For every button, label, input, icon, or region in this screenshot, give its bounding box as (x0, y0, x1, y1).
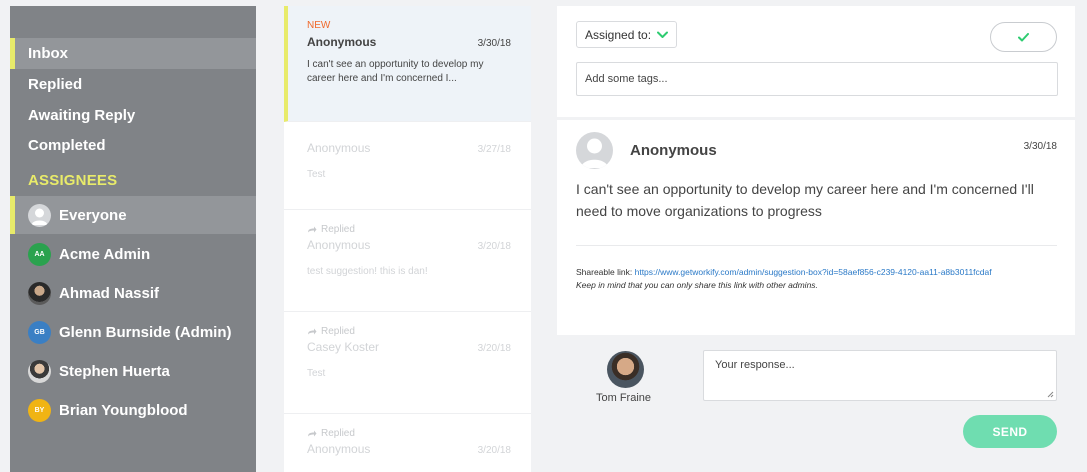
nav-item-label: Completed (28, 137, 106, 154)
message-card: Anonymous 3/30/18 I can't see an opportu… (557, 120, 1075, 335)
detail-toolbar: Assigned to: (557, 6, 1075, 117)
list-item[interactable]: Anonymous 3/27/18 Test (284, 122, 531, 210)
divider (576, 245, 1057, 246)
message-detail: Assigned to: Anonymous 3/30/18 I can't s… (557, 6, 1075, 472)
assignee-acme-admin[interactable]: AA Acme Admin (10, 235, 256, 273)
message-snippet: test suggestion! this is dan! (307, 266, 428, 277)
tags-input[interactable] (576, 62, 1058, 96)
avatar: GB (28, 320, 51, 344)
nav-item-label: Inbox (28, 45, 68, 62)
list-item[interactable]: Replied Casey Koster 3/20/18 Test (284, 312, 531, 414)
new-badge: New (307, 20, 331, 31)
list-item[interactable]: Replied Anonymous 3/20/18 (284, 414, 531, 472)
resize-grip-icon[interactable] (1047, 391, 1054, 398)
nav-item-completed[interactable]: Completed (10, 130, 256, 161)
list-item[interactable]: Replied Anonymous 3/20/18 test suggestio… (284, 210, 531, 312)
replied-label: Replied (321, 224, 355, 235)
assignee-label: Brian Youngblood (59, 401, 188, 419)
message-date: 3/30/18 (477, 38, 511, 49)
avatar: BY (28, 398, 51, 422)
message-snippet: I can't see an opportunity to develop my… (307, 59, 484, 84)
mark-complete-button[interactable] (990, 22, 1057, 52)
message-date: 3/20/18 (477, 241, 511, 252)
replied-status: Replied (307, 224, 511, 235)
send-button[interactable]: Send (963, 415, 1057, 448)
generic-person-icon (28, 203, 51, 227)
shareable-link-section: Shareable link: https://www.getworkify.c… (576, 266, 1046, 291)
assignee-brian-youngblood[interactable]: BY Brian Youngblood (10, 391, 256, 429)
message-list: New Anonymous 3/30/18 I can't see an opp… (284, 6, 531, 472)
reply-arrow-icon (308, 226, 317, 232)
shareable-link-label: Shareable link: (576, 267, 633, 277)
message-date: 3/30/18 (1023, 141, 1057, 152)
reply-arrow-icon (308, 328, 317, 334)
sidebar: Inbox Replied Awaiting Reply Completed A… (10, 6, 256, 472)
message-sender: Anonymous (307, 141, 371, 155)
assignees-heading: Assignees (28, 172, 118, 189)
chevron-down-icon (657, 31, 669, 38)
shareable-link[interactable]: https://www.getworkify.com/admin/suggest… (635, 267, 992, 277)
message-date: 3/20/18 (477, 343, 511, 354)
assignee-stephen-huerta[interactable]: Stephen Huerta (10, 352, 256, 390)
avatar (607, 351, 644, 388)
avatar: AA (28, 242, 51, 266)
assignee-glenn-burnside[interactable]: GB Glenn Burnside (Admin) (10, 313, 256, 351)
replied-status: Replied (307, 428, 511, 439)
assigned-to-dropdown[interactable]: Assigned to: (576, 21, 678, 48)
message-date: 3/20/18 (477, 445, 511, 456)
assignee-label: Everyone (59, 206, 127, 224)
message-author: Anonymous (630, 142, 717, 159)
avatar (28, 359, 51, 383)
assignee-everyone[interactable]: Everyone (10, 196, 256, 234)
message-date: 3/27/18 (477, 144, 511, 155)
response-textarea[interactable] (703, 350, 1057, 401)
message-body: I can't see an opportunity to develop my… (576, 181, 1034, 219)
assignee-label: Glenn Burnside (Admin) (59, 323, 232, 341)
message-sender: Casey Koster (307, 340, 380, 354)
assignee-ahmad-nassif[interactable]: Ahmad Nassif (10, 274, 256, 312)
list-item[interactable]: New Anonymous 3/30/18 I can't see an opp… (284, 6, 531, 122)
reply-arrow-icon (308, 430, 317, 436)
assignee-label: Acme Admin (59, 245, 151, 263)
message-snippet: Test (307, 368, 326, 379)
replied-status: Replied (307, 326, 511, 337)
message-sender: Anonymous (307, 238, 371, 252)
assigned-to-label: Assigned to: (585, 27, 652, 42)
reply-user-name: Tom Fraine (596, 392, 652, 404)
nav-item-label: Awaiting Reply (28, 107, 136, 124)
generic-person-icon (576, 132, 613, 169)
avatar (28, 281, 51, 305)
message-sender: Anonymous (307, 35, 377, 49)
assignee-label: Ahmad Nassif (59, 284, 160, 302)
reply-area: Tom Fraine Send (557, 335, 1075, 472)
message-sender: Anonymous (307, 442, 371, 456)
replied-label: Replied (321, 326, 355, 337)
nav-item-inbox[interactable]: Inbox (10, 38, 256, 69)
nav-item-replied[interactable]: Replied (10, 69, 256, 100)
nav-item-label: Replied (28, 76, 83, 93)
shareable-link-note: Keep in mind that you can only share thi… (576, 280, 818, 290)
nav-item-awaiting-reply[interactable]: Awaiting Reply (10, 100, 256, 131)
checkmark-icon (1018, 32, 1029, 41)
replied-label: Replied (321, 428, 355, 439)
assignee-label: Stephen Huerta (59, 362, 170, 380)
message-snippet: Test (307, 169, 326, 180)
